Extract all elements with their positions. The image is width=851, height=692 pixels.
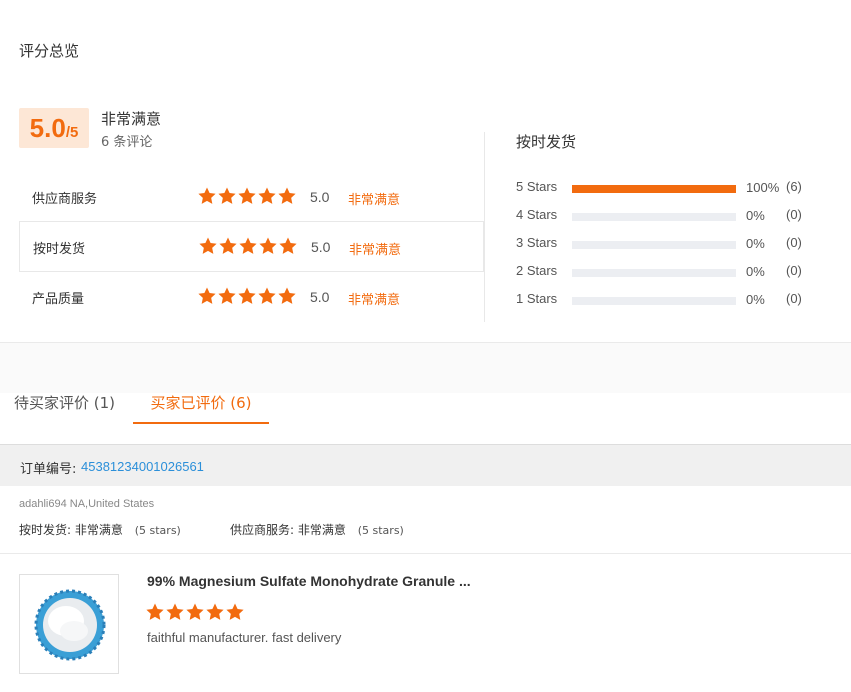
score-denominator: /5 bbox=[65, 124, 79, 141]
distribution-count: (0) bbox=[786, 291, 802, 306]
rating-label: 供应商服务: bbox=[230, 523, 295, 537]
score-label: 非常满意 bbox=[101, 110, 162, 128]
review-rating-shipping: 按时发货: 非常满意 (5 stars) bbox=[19, 521, 181, 538]
metric-name: 产品质量 bbox=[32, 292, 85, 307]
product-title-link[interactable]: 99% Magnesium Sulfate Monohydrate Granul… bbox=[147, 573, 471, 589]
overview-title: 评分总览 bbox=[19, 42, 80, 60]
rating-label: 按时发货: bbox=[19, 523, 72, 537]
order-bar: 订单编号: 45381234001026561 bbox=[0, 444, 851, 486]
product-thumbnail[interactable] bbox=[19, 574, 119, 674]
score-badge: 5.0/5 bbox=[19, 108, 89, 148]
metric-row-supplier-service: 供应商服务 5.0 非常满意 bbox=[19, 172, 484, 222]
star-icon bbox=[218, 236, 238, 256]
star-icon bbox=[185, 602, 205, 622]
rating-value: 非常满意 bbox=[74, 523, 123, 537]
star-icon bbox=[257, 186, 277, 206]
star-icon bbox=[225, 602, 245, 622]
distribution-label: 3 Stars bbox=[516, 235, 558, 250]
distribution-percent: 0% bbox=[746, 236, 765, 251]
distribution-count: (0) bbox=[786, 207, 802, 222]
metric-level: 非常满意 bbox=[348, 193, 401, 208]
star-icon bbox=[217, 186, 237, 206]
metric-level: 非常满意 bbox=[348, 293, 401, 308]
metric-name: 按时发货 bbox=[33, 242, 86, 257]
star-icon bbox=[205, 602, 225, 622]
star-icon bbox=[237, 286, 257, 306]
review-stars bbox=[145, 602, 245, 622]
distribution-bar bbox=[572, 297, 736, 305]
star-icon bbox=[278, 236, 298, 256]
distribution-percent: 0% bbox=[746, 264, 765, 279]
star-icon bbox=[257, 286, 277, 306]
distribution-percent: 0% bbox=[746, 292, 765, 307]
distribution-label: 2 Stars bbox=[516, 263, 558, 278]
distribution-row: 2 Stars 0% (0) bbox=[516, 263, 816, 283]
metric-value: 5.0 bbox=[311, 239, 331, 255]
rating-value: 非常满意 bbox=[297, 523, 346, 537]
metric-level: 非常满意 bbox=[349, 243, 402, 258]
distribution-label: 5 Stars bbox=[516, 179, 558, 194]
distribution-bar bbox=[572, 185, 736, 193]
review-divider bbox=[0, 553, 851, 554]
distribution-bar bbox=[572, 213, 736, 221]
metric-stars bbox=[197, 186, 297, 206]
star-icon bbox=[197, 186, 217, 206]
star-icon bbox=[198, 236, 218, 256]
distribution-row: 3 Stars 0% (0) bbox=[516, 235, 816, 255]
distribution-label: 1 Stars bbox=[516, 291, 558, 306]
distribution-percent: 0% bbox=[746, 208, 765, 223]
section-band bbox=[0, 343, 851, 393]
tab-pending-reviews[interactable]: 待买家评价 (1) bbox=[14, 392, 115, 424]
review-count: 6 条评论 bbox=[101, 135, 153, 150]
order-label: 订单编号: bbox=[20, 462, 77, 477]
order-number-link[interactable]: 45381234001026561 bbox=[81, 459, 204, 474]
distribution-percent: 100% bbox=[746, 180, 780, 195]
metric-row-product-quality: 产品质量 5.0 非常满意 bbox=[19, 272, 484, 322]
star-icon bbox=[197, 286, 217, 306]
distribution-bar bbox=[572, 241, 736, 249]
metric-value: 5.0 bbox=[310, 189, 330, 205]
vertical-divider bbox=[484, 132, 485, 322]
metric-value: 5.0 bbox=[310, 289, 330, 305]
metric-stars bbox=[198, 236, 298, 256]
buyer-info: adahli694 NA,United States bbox=[19, 498, 155, 510]
star-icon bbox=[217, 286, 237, 306]
star-icon bbox=[237, 186, 257, 206]
distribution-count: (0) bbox=[786, 263, 802, 278]
review-text: faithful manufacturer. fast delivery bbox=[147, 630, 342, 645]
rating-sub: (5 stars) bbox=[357, 524, 404, 537]
distribution-title: 按时发货 bbox=[516, 133, 577, 151]
metric-row-on-time-shipping: 按时发货 5.0 非常满意 bbox=[19, 222, 484, 272]
distribution-row: 4 Stars 0% (0) bbox=[516, 207, 816, 227]
metric-stars bbox=[197, 286, 297, 306]
product-image bbox=[34, 589, 106, 661]
star-icon bbox=[145, 602, 165, 622]
distribution-bar bbox=[572, 269, 736, 277]
star-icon bbox=[277, 186, 297, 206]
distribution-label: 4 Stars bbox=[516, 207, 558, 222]
score-value: 5.0 bbox=[29, 113, 66, 143]
star-icon bbox=[258, 236, 278, 256]
distribution-count: (6) bbox=[786, 179, 802, 194]
distribution-bar-fill bbox=[572, 185, 736, 193]
star-icon bbox=[238, 236, 258, 256]
metric-name: 供应商服务 bbox=[32, 192, 98, 207]
distribution-row: 5 Stars 100% (6) bbox=[516, 179, 816, 199]
star-icon bbox=[277, 286, 297, 306]
distribution-row: 1 Stars 0% (0) bbox=[516, 291, 816, 311]
rating-sub: (5 stars) bbox=[134, 524, 181, 537]
tab-buyer-reviews[interactable]: 买家已评价 (6) bbox=[133, 392, 269, 424]
review-rating-service: 供应商服务: 非常满意 (5 stars) bbox=[230, 521, 404, 538]
star-icon bbox=[165, 602, 185, 622]
distribution-count: (0) bbox=[786, 235, 802, 250]
